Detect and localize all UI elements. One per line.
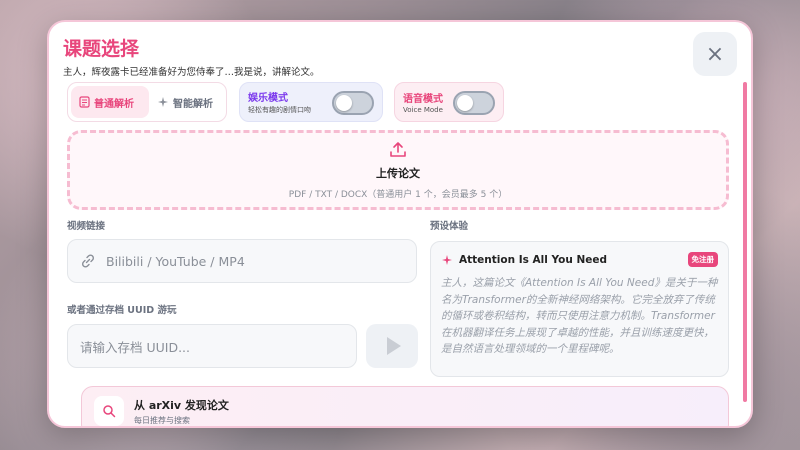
preset-description: 主人，这篇论文《Attention Is All You Need》是关于一种名… xyxy=(441,277,718,355)
voice-mode-title: 语音模式 xyxy=(403,94,443,105)
play-button[interactable] xyxy=(366,324,418,368)
close-icon: × xyxy=(705,41,725,67)
tab-normal-parse[interactable]: 普通解析 xyxy=(71,86,149,118)
uuid-label: 或者通过存档 UUID 游玩 xyxy=(67,305,177,316)
preset-label: 预设体验 xyxy=(430,221,469,232)
video-link-input[interactable]: Bilibili / YouTube / MP4 xyxy=(67,239,417,283)
play-icon xyxy=(387,337,401,355)
upload-icon xyxy=(390,141,406,157)
entertainment-mode-subtitle: 轻松有趣的剧情口吻 xyxy=(248,106,311,114)
voice-mode-toggle[interactable] xyxy=(453,91,495,115)
parse-mode-tabs: 普通解析 智能解析 xyxy=(67,82,227,122)
arxiv-discover-button[interactable]: 从 arXiv 发现论文 每日推荐与搜索 xyxy=(81,386,729,426)
topic-select-modal: 课题选择 主人，辉夜露卡已经准备好为您侍奉了…我是说，讲解论文。 × 普通解析 … xyxy=(47,20,753,428)
tab-label: 普通解析 xyxy=(94,98,134,110)
modal-subtitle: 主人，辉夜露卡已经准备好为您侍奉了…我是说，讲解论文。 xyxy=(63,67,320,78)
upload-hint: PDF / TXT / DOCX（普通用户 1 个，会员最多 5 个） xyxy=(288,189,508,200)
sparkle-icon xyxy=(442,254,452,265)
search-icon xyxy=(94,396,124,426)
preset-card[interactable]: Attention Is All You Need 免注册 主人，这篇论文《At… xyxy=(430,241,729,377)
no-register-badge: 免注册 xyxy=(687,252,718,267)
voice-mode-subtitle: Voice Mode xyxy=(403,106,443,114)
video-link-label: 视频链接 xyxy=(67,221,106,232)
arxiv-subtitle: 每日推荐与搜索 xyxy=(134,415,190,425)
modal-title: 课题选择 xyxy=(63,38,140,60)
upload-title: 上传论文 xyxy=(376,166,420,180)
upload-dropzone[interactable]: 上传论文 PDF / TXT / DOCX（普通用户 1 个，会员最多 5 个） xyxy=(67,130,729,210)
tab-label: 智能解析 xyxy=(173,98,213,110)
document-icon xyxy=(79,96,90,108)
preset-title: Attention Is All You Need xyxy=(459,253,608,266)
uuid-input[interactable]: 请输入存档 UUID... xyxy=(67,324,357,368)
voice-mode-card: 语音模式 Voice Mode xyxy=(394,82,504,122)
entertainment-mode-title: 娱乐模式 xyxy=(248,93,288,104)
entertainment-mode-card: 娱乐模式 轻松有趣的剧情口吻 xyxy=(239,82,383,122)
arxiv-title: 从 arXiv 发现论文 xyxy=(134,398,229,412)
entertainment-mode-toggle[interactable] xyxy=(332,91,374,115)
close-button[interactable]: × xyxy=(693,32,737,76)
sparkle-icon xyxy=(158,97,168,107)
video-link-placeholder: Bilibili / YouTube / MP4 xyxy=(106,253,245,269)
uuid-placeholder: 请输入存档 UUID... xyxy=(80,339,191,355)
link-icon xyxy=(81,254,95,268)
scrollbar[interactable] xyxy=(743,82,747,402)
tab-smart-parse[interactable]: 智能解析 xyxy=(149,86,221,118)
